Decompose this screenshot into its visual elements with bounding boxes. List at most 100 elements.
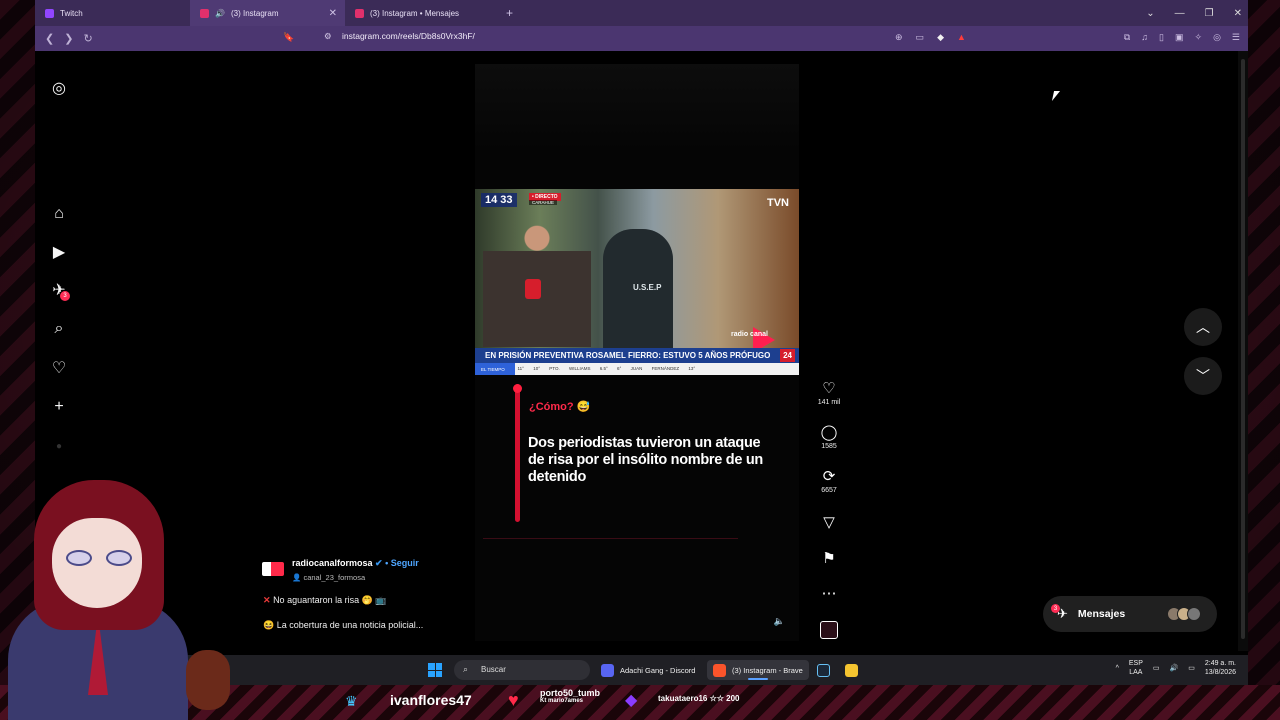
- address-bar: ❮ ❯ ↻ 🔖 ⚙ instagram.com/reels/Db8s0Vrx3h…: [35, 26, 1248, 51]
- reel-description-line2[interactable]: 😆 La cobertura de una noticia policial..…: [263, 620, 423, 631]
- wallet-icon[interactable]: ▣: [1175, 32, 1184, 43]
- clock[interactable]: 2:49 a. m. 13/8/2026: [1205, 659, 1236, 677]
- reel-header-dark: [475, 64, 799, 150]
- scrollbar-thumb[interactable]: [1241, 59, 1245, 639]
- heart-icon: ♡: [822, 380, 836, 397]
- lang-code: ESP: [1128, 660, 1143, 667]
- weather-label: EL TIEMPO: [475, 363, 515, 375]
- bookmark-icon[interactable]: 🔖: [283, 32, 294, 43]
- network-icon[interactable]: ▭: [1153, 664, 1160, 672]
- steam-icon: [817, 663, 830, 677]
- comment-button[interactable]: ◯ 1585: [816, 423, 842, 450]
- chevron-down-icon[interactable]: ⌄: [1146, 8, 1154, 19]
- news-frame: U.S.E.P 14 33 • DIRECTO CARAHUE TVN radi…: [475, 189, 799, 375]
- tab-instagram-messages[interactable]: (3) Instagram • Mensajes: [345, 0, 500, 26]
- vpn-icon[interactable]: ◎: [1213, 32, 1221, 43]
- sidebar-icon[interactable]: ▯: [1159, 32, 1164, 43]
- toolbar-extensions: ⧉ ♫ ▯ ▣ ✧ ◎ ☰: [1124, 32, 1240, 43]
- layout-code: LAA: [1129, 669, 1143, 676]
- brave-shields-icon[interactable]: ◆: [937, 32, 944, 43]
- messages-label: Mensajes: [1077, 608, 1126, 620]
- music-icon[interactable]: ♫: [1141, 32, 1148, 43]
- app-label: (3) Instagram - Brave: [732, 665, 803, 675]
- site-info-icon[interactable]: ⚙: [324, 31, 332, 41]
- tab-instagram[interactable]: 🔊 (3) Instagram ✕: [190, 0, 345, 26]
- tab-twitch[interactable]: Twitch: [35, 0, 190, 26]
- gem-icon: ◆: [625, 692, 638, 709]
- restore-icon[interactable]: ❐: [1205, 8, 1214, 19]
- chevron-up-icon[interactable]: ^: [1116, 665, 1119, 672]
- news-clock: 14 33: [481, 193, 517, 207]
- vest-label: U.S.E.P: [633, 283, 662, 292]
- instagram-icon: [355, 8, 364, 18]
- create-icon[interactable]: +: [50, 398, 68, 416]
- follow-button[interactable]: Seguir: [391, 558, 419, 568]
- vtuber-eye: [66, 550, 92, 566]
- reel-video[interactable]: U.S.E.P 14 33 • DIRECTO CARAHUE TVN radi…: [475, 64, 799, 641]
- speaker-icon: 🔊: [215, 8, 225, 18]
- more-icon: ⋯: [821, 585, 837, 602]
- next-reel-button[interactable]: ﹀: [1184, 357, 1222, 395]
- direct-messages-icon[interactable]: ✈ 3: [50, 281, 70, 301]
- back-icon[interactable]: ❮: [45, 32, 54, 45]
- taskbar-app-steam[interactable]: [811, 660, 836, 680]
- language-indicator[interactable]: ESP LAA: [1129, 659, 1143, 677]
- save-button[interactable]: ⚑: [816, 549, 842, 567]
- taskbar-app-brave[interactable]: (3) Instagram - Brave: [707, 660, 809, 680]
- audio-thumbnail[interactable]: [820, 621, 838, 639]
- taskbar-app-explorer[interactable]: [839, 660, 864, 680]
- app-label: Adachi Gang - Discord: [620, 665, 696, 675]
- brave-rewards-icon[interactable]: ▲: [957, 32, 966, 43]
- repost-button[interactable]: ⟳ 6657: [816, 467, 842, 494]
- reload-icon[interactable]: ↻: [83, 32, 92, 45]
- profile-icon[interactable]: ●: [50, 437, 68, 455]
- zoom-icon[interactable]: ⊕: [895, 32, 903, 43]
- close-tab-icon[interactable]: ✕: [329, 8, 337, 19]
- forward-icon[interactable]: ❯: [64, 32, 73, 45]
- windows-start-icon[interactable]: [428, 663, 442, 677]
- cast-icon[interactable]: ▭: [916, 32, 925, 43]
- author-name[interactable]: radiocanalformosa: [292, 558, 373, 568]
- brave-icon: [713, 663, 726, 677]
- taskbar-search[interactable]: ⌕ Buscar: [454, 660, 590, 680]
- channel-24-tag: 24: [780, 349, 795, 362]
- instagram-icon: [200, 8, 209, 18]
- tvn-logo: TVN: [767, 197, 789, 209]
- search-placeholder: Buscar: [481, 665, 506, 674]
- messages-badge: 3: [1051, 604, 1060, 613]
- chevron-up-icon: ︿: [1196, 319, 1210, 335]
- close-icon[interactable]: ✕: [1234, 8, 1242, 19]
- extensions-icon[interactable]: ⧉: [1124, 32, 1130, 43]
- new-tab-button[interactable]: +: [506, 6, 513, 20]
- menu-icon[interactable]: ☰: [1232, 32, 1240, 43]
- home-icon[interactable]: ⌂: [50, 205, 68, 223]
- instagram-logo-icon[interactable]: ◎: [50, 79, 68, 97]
- reels-icon[interactable]: ▶: [50, 243, 68, 261]
- leo-icon[interactable]: ✧: [1195, 32, 1203, 43]
- volume-icon[interactable]: 🔈: [774, 616, 785, 627]
- search-icon[interactable]: ⌕: [50, 320, 68, 338]
- volume-icon[interactable]: 🔊: [1170, 664, 1179, 672]
- description-text: No aguantaron la risa 🤭 📺: [273, 595, 387, 605]
- share-button[interactable]: ▽: [816, 513, 842, 531]
- battery-icon[interactable]: ▭: [1188, 664, 1195, 672]
- previous-reel-button[interactable]: ︿: [1184, 308, 1222, 346]
- more-options-button[interactable]: ⋯: [816, 584, 842, 602]
- author-collab: 👤 canal_23_formosa: [292, 573, 365, 582]
- overlay-gift: takuataero16 ☆☆ 200: [658, 694, 740, 703]
- location-label: CARAHUE: [529, 200, 558, 205]
- microphone: [525, 279, 541, 299]
- radio-brand: radio canal: [731, 331, 768, 338]
- minimize-icon[interactable]: —: [1175, 8, 1185, 19]
- page-scrollbar[interactable]: [1238, 51, 1248, 651]
- url-field[interactable]: ⚙ instagram.com/reels/Db8s0Vrx3hF/: [324, 31, 475, 42]
- taskbar-app-discord[interactable]: Adachi Gang - Discord: [595, 660, 701, 680]
- system-tray: ^ ESP LAA ▭ 🔊 ▭ 2:49 a. m. 13/8/2026: [1116, 659, 1236, 677]
- author-avatar[interactable]: [262, 562, 284, 576]
- cross-mark-icon: ✕: [263, 595, 271, 605]
- follow-dot: •: [385, 558, 389, 568]
- messages-pill[interactable]: ✈ 3 Mensajes: [1043, 596, 1217, 632]
- notifications-icon[interactable]: ♡: [50, 359, 68, 377]
- collab-name[interactable]: canal_23_formosa: [303, 573, 365, 582]
- like-button[interactable]: ♡ 141 mil: [816, 379, 842, 406]
